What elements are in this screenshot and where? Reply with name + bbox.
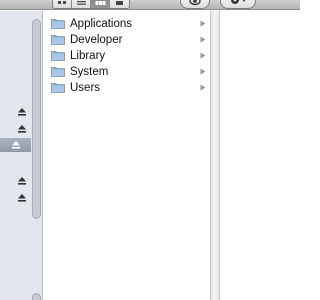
list-item[interactable]: System [45, 64, 210, 80]
sidebar-eject-button[interactable] [11, 105, 33, 119]
chevron-right-icon [200, 20, 206, 27]
column-view-button[interactable] [91, 0, 110, 8]
toolbar [0, 0, 300, 10]
eject-icon [18, 194, 26, 202]
view-mode-segmented-control[interactable] [52, 0, 130, 9]
chevron-right-icon [200, 68, 206, 75]
column-view-icon [95, 0, 105, 5]
column-resize-divider[interactable] [210, 11, 220, 300]
eject-icon [18, 125, 26, 133]
sidebar-scrollbar-thumb[interactable] [32, 19, 41, 219]
list-item-label: System [70, 66, 109, 78]
sidebar-eject-button-selected[interactable] [0, 138, 31, 152]
chevron-right-icon [200, 84, 206, 91]
sidebar-scrollbar-end[interactable] [32, 293, 41, 300]
coverflow-view-icon [116, 0, 123, 5]
folder-icon [51, 19, 65, 29]
list-item[interactable]: Library [45, 48, 210, 64]
eject-icon [12, 141, 20, 149]
sidebar-eject-button[interactable] [11, 122, 33, 136]
sidebar [0, 11, 43, 300]
eject-icon [18, 108, 26, 116]
gear-icon [231, 0, 246, 4]
icon-view-icon [57, 0, 66, 4]
coverflow-view-button[interactable] [110, 0, 129, 8]
browser-column-root: Applications Developer Library System Us… [45, 11, 210, 300]
quicklook-button[interactable] [180, 0, 210, 9]
folder-icon [51, 83, 65, 93]
action-menu-button[interactable] [220, 0, 256, 9]
list-view-button[interactable] [72, 0, 91, 8]
list-item[interactable]: Applications [45, 16, 210, 32]
list-item[interactable]: Users [45, 80, 210, 96]
list-item-label: Library [70, 50, 106, 62]
folder-icon [51, 67, 65, 77]
sidebar-eject-button[interactable] [11, 191, 33, 205]
sidebar-eject-button[interactable] [11, 174, 33, 188]
list-item[interactable]: Developer [45, 32, 210, 48]
chevron-right-icon [200, 36, 206, 43]
folder-icon [51, 51, 65, 61]
browser-column-empty [220, 11, 300, 300]
icon-view-button[interactable] [53, 0, 72, 8]
folder-icon [51, 35, 65, 45]
list-item-label: Applications [70, 18, 133, 30]
list-view-icon [76, 0, 86, 5]
eject-icon [18, 177, 26, 185]
eye-icon [189, 0, 201, 6]
list-item-label: Developer [70, 34, 123, 46]
list-item-label: Users [70, 82, 101, 94]
chevron-right-icon [200, 52, 206, 59]
